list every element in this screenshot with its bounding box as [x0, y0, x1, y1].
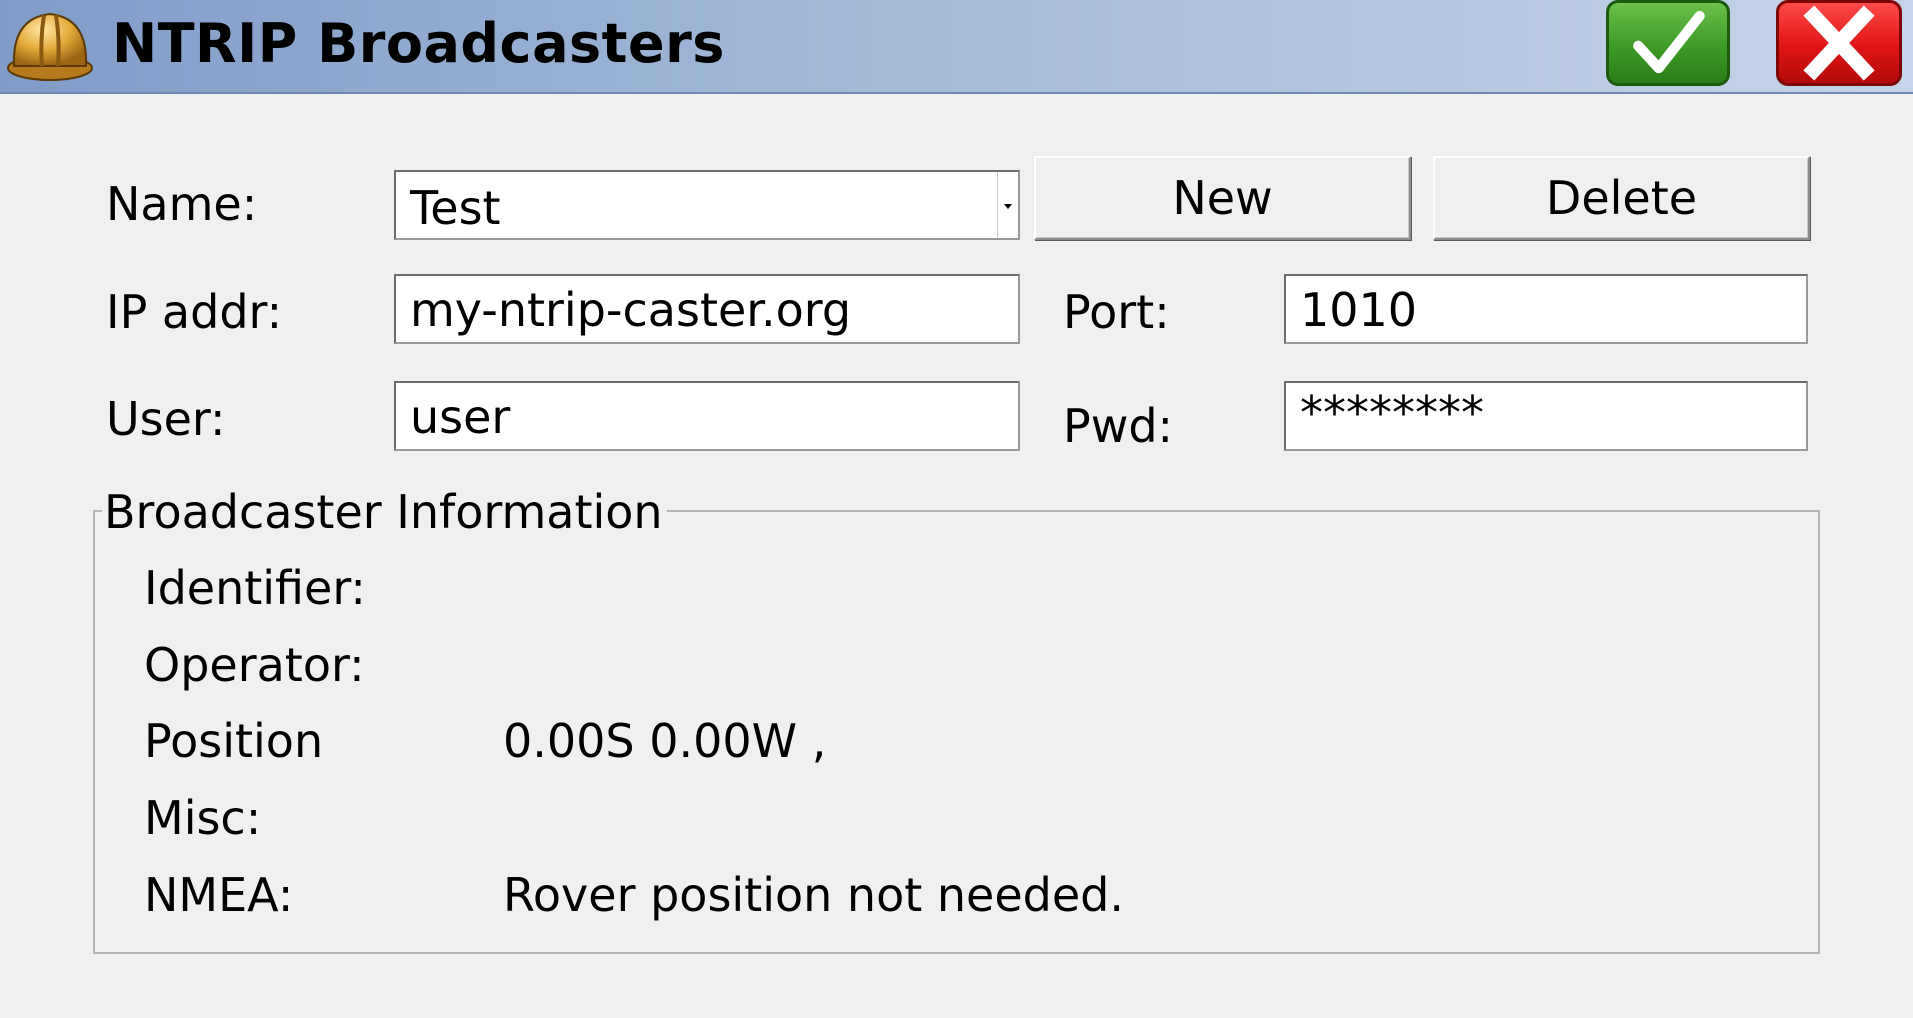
delete-button[interactable]: Delete [1433, 156, 1810, 240]
port-label: Port: [1063, 285, 1170, 339]
nmea-value: Rover position not needed. [503, 868, 1124, 922]
dropdown-arrow-icon[interactable] [997, 172, 1018, 238]
password-value: ******** [1300, 386, 1484, 440]
cancel-button[interactable] [1776, 0, 1902, 86]
window-title: NTRIP Broadcasters [112, 12, 725, 75]
identifier-label: Identifier: [144, 561, 366, 615]
name-value: Test [410, 181, 501, 235]
nmea-label: NMEA: [144, 868, 294, 922]
port-value: 1010 [1300, 283, 1418, 337]
ip-address-label: IP addr: [106, 285, 283, 339]
x-icon [1803, 5, 1875, 81]
ok-button[interactable] [1606, 0, 1730, 86]
user-label: User: [106, 392, 226, 446]
port-input[interactable]: 1010 [1284, 274, 1808, 344]
password-label: Pwd: [1063, 399, 1174, 453]
ip-address-value: my-ntrip-caster.org [410, 283, 852, 337]
broadcaster-info-title: Broadcaster Information [102, 484, 667, 540]
misc-label: Misc: [144, 791, 262, 845]
user-input[interactable]: user [394, 381, 1020, 451]
new-button[interactable]: New [1034, 156, 1411, 240]
checkmark-icon [1633, 10, 1705, 74]
user-value: user [410, 390, 511, 444]
hard-hat-icon [4, 6, 94, 86]
password-input[interactable]: ******** [1284, 381, 1808, 451]
operator-label: Operator: [144, 638, 365, 692]
position-value: 0.00S 0.00W , [503, 714, 827, 768]
position-label: Position [144, 714, 324, 768]
name-combobox[interactable]: Test [394, 170, 1020, 240]
name-label: Name: [106, 177, 258, 231]
title-bar: NTRIP Broadcasters [0, 0, 1913, 94]
ip-address-input[interactable]: my-ntrip-caster.org [394, 274, 1020, 344]
